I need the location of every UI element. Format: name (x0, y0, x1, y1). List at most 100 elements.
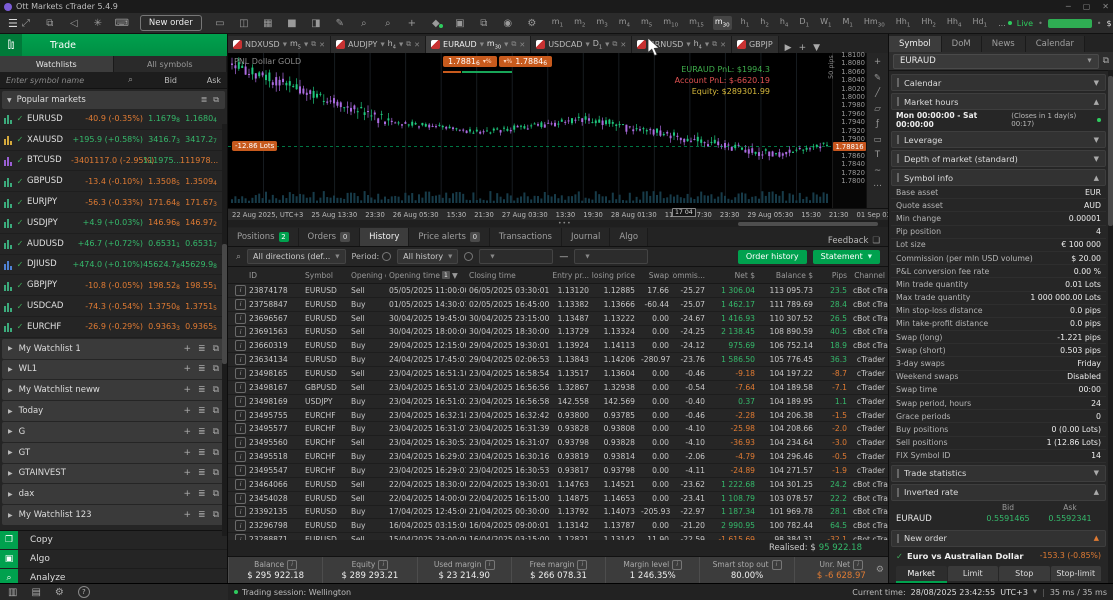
sell-quote-button[interactable]: 1.78816▾% (443, 56, 497, 67)
crosshair-icon[interactable]: + (404, 18, 420, 29)
timeframe-Hh2[interactable]: Hh2 (919, 16, 938, 30)
app-item-copy[interactable]: ❐Copy (0, 531, 227, 550)
symbol-bid[interactable]: 45624.78 (143, 260, 180, 269)
timeframe-m4[interactable]: m4 (617, 16, 632, 30)
group-list-icon[interactable]: ≣ (198, 468, 206, 478)
chart-tab-ndxusd[interactable]: NDXUSD▼m5▼⧉✕ (228, 36, 331, 53)
symbol-ask[interactable]: 0.93655 (180, 322, 217, 331)
tab-positions[interactable]: Positions2 (228, 228, 299, 246)
history-row[interactable]: i23696567EURUSDSell30/04/2025 19:45:00.7… (228, 312, 888, 326)
col-header-pips[interactable]: Pips (816, 271, 850, 280)
collapse-icon[interactable]: ▼ (7, 97, 12, 104)
symbol-ask[interactable]: 1.35094 (180, 177, 217, 186)
history-row[interactable]: i23495755EURCHFBuy23/04/2025 16:32:18.1.… (228, 409, 888, 423)
trendline-tool-icon[interactable]: ╱ (875, 88, 880, 98)
group-list-icon[interactable]: ≣ (198, 448, 206, 458)
timeframe-Hh4[interactable]: Hh4 (945, 16, 964, 30)
dom-section-header[interactable]: Depth of market (standard)▼ (891, 150, 1106, 167)
tab-close-icon[interactable]: ✕ (519, 41, 525, 49)
tab-scroll-icon[interactable]: ▶ (785, 43, 792, 53)
tab-close-icon[interactable]: ✕ (720, 41, 726, 49)
info-icon[interactable]: i (235, 506, 246, 517)
hotkeys-icon[interactable]: ⌨ (114, 18, 130, 29)
group-popout-icon[interactable]: ⧉ (213, 489, 219, 499)
group-popout-icon[interactable]: ⧉ (213, 364, 219, 374)
symbol-bid[interactable]: 1.16798 (143, 114, 180, 123)
feedback-link[interactable]: Feedback❏ (828, 236, 888, 246)
history-row[interactable]: i23495518EURCHFBuy23/04/2025 16:29:01.5.… (228, 450, 888, 464)
chart-tab-euraud[interactable]: EURAUD▼m30▼⧉✕ (426, 36, 531, 53)
position-volume-tag[interactable]: -12.86 Lots (232, 141, 277, 151)
order-type-stop-limit[interactable]: Stop-limit (1051, 566, 1102, 581)
period-info-icon[interactable] (382, 252, 391, 261)
info-icon[interactable]: i (235, 437, 246, 448)
history-row[interactable]: i23874178EURUSDSell05/05/2025 11:00:00.4… (228, 284, 888, 298)
timeframe-Hh1[interactable]: Hh1 (894, 16, 913, 30)
info-icon[interactable]: i (235, 326, 246, 337)
add-symbol-icon[interactable]: + (183, 406, 191, 416)
tab-popout-icon[interactable]: ⧉ (311, 40, 316, 49)
symbol-bid[interactable]: 111975... (143, 156, 180, 165)
tab-close-icon[interactable]: ✕ (620, 41, 626, 49)
tab-price-alerts[interactable]: Price alerts0 (409, 228, 490, 246)
single-chart-icon[interactable]: ■ (284, 18, 300, 29)
settings-icon[interactable]: ⚙ (55, 587, 64, 598)
share-icon[interactable]: ⧉ (476, 18, 492, 29)
info-icon[interactable]: i (672, 560, 682, 570)
timeframe-M1[interactable]: M1 (841, 16, 855, 30)
info-icon[interactable]: i (287, 560, 297, 570)
group-list-icon[interactable]: ≣ (198, 489, 206, 499)
tab-algo[interactable]: Algo (610, 228, 648, 246)
panel-popout-icon[interactable]: ⧉ (1103, 56, 1109, 66)
price-axis[interactable]: 50 pips 1.78816 1.81001.80801.80601.8040… (832, 53, 867, 208)
symbol-search-input[interactable]: Enter symbol name (0, 76, 128, 85)
zoom-in-icon[interactable]: ⌕ (380, 18, 396, 29)
watch-mode-icon[interactable]: ◉ (500, 18, 516, 29)
watchlist-symbol-row[interactable]: ✓AUDUSD+46.7 (+0.72%)0.653110.65317 (0, 234, 227, 255)
timeframe-m2[interactable]: m2 (572, 16, 587, 30)
history-row[interactable]: i23454028EURUSDSell22/04/2025 14:00:00.3… (228, 492, 888, 506)
watchlist-symbol-row[interactable]: ✓USDJPY+4.9 (+0.03%)146.968146.972 (0, 213, 227, 234)
group-popout-icon[interactable]: ⧉ (213, 510, 219, 520)
timezone-value[interactable]: UTC+3 (1000, 588, 1028, 597)
col-header-balance-[interactable]: Balance $ (758, 271, 816, 280)
history-row[interactable]: i23758847EURUSDBuy01/05/2025 14:30:01.1.… (228, 298, 888, 312)
directions-filter-select[interactable]: All directions (def...▼ (247, 249, 345, 264)
help-icon[interactable]: ? (78, 586, 90, 598)
watchlist-symbol-row[interactable]: ✓GBPJPY-10.8 (-0.05%)198.528198.551 (0, 275, 227, 296)
filter-search-icon[interactable]: ⌕ (236, 252, 241, 262)
info-icon[interactable]: i (378, 560, 388, 570)
tab-watchlists[interactable]: Watchlists (0, 56, 114, 72)
chart-tab-audjpy[interactable]: AUDJPY▼h4▼⧉✕ (331, 36, 426, 53)
group-list-icon[interactable]: ≣ (198, 510, 206, 520)
statement-button[interactable]: Statement▼ (813, 250, 880, 264)
group-list-icon[interactable]: ≣ (198, 406, 206, 416)
add-symbol-icon[interactable]: + (183, 448, 191, 458)
group-popout-icon[interactable]: ⧉ (213, 385, 219, 395)
trade-header[interactable]: ⫿⫾ Trade (0, 34, 227, 56)
symbol-ask[interactable]: 0.65317 (180, 239, 217, 248)
calendar-section-header[interactable]: Calendar▼ (891, 74, 1106, 91)
group-popout-icon[interactable]: ⧉ (213, 344, 219, 354)
chart-tab-gbpjp[interactable]: GBPJP (732, 36, 779, 53)
tab-journal[interactable]: Journal (562, 228, 610, 246)
package-icon[interactable]: ▣ (452, 18, 468, 29)
leverage-section-header[interactable]: Leverage▼ (891, 131, 1106, 148)
col-header-opening-time[interactable]: Opening time1▼ (386, 271, 466, 280)
shapes-tool-icon[interactable]: ▭ (873, 135, 881, 145)
watchlist-symbol-row[interactable]: ✓XAUUSD+195.9 (+0.58%)3416.733417.27 (0, 130, 227, 151)
more-tools-icon[interactable]: ⋯ (873, 181, 882, 191)
watchlist-symbol-row[interactable]: ✓USDCAD-74.3 (-0.54%)1.375081.37515 (0, 296, 227, 317)
timeframe-m10[interactable]: m10 (661, 16, 680, 30)
add-symbol-icon[interactable]: + (183, 468, 191, 478)
search-icon[interactable]: ⌕ (128, 75, 133, 85)
timeframe-D1[interactable]: D1 (797, 16, 811, 30)
info-icon[interactable]: i (235, 423, 246, 434)
info-icon[interactable]: i (235, 368, 246, 379)
history-row[interactable]: i23660319EURUSDBuy29/04/2025 12:15:00.8.… (228, 339, 888, 353)
close-button[interactable]: ✕ (1102, 2, 1109, 11)
info-icon[interactable]: i (235, 520, 246, 531)
period-filter-select[interactable]: All history▼ (397, 249, 458, 264)
buy-quote-button[interactable]: ▾%1.78846 (499, 56, 553, 67)
minimize-button[interactable]: ─ (1066, 2, 1071, 11)
